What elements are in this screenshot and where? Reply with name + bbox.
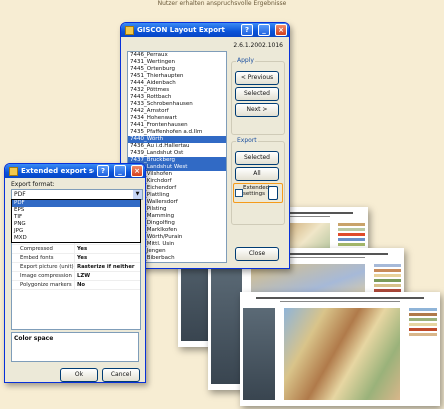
format-option[interactable]: PNG [12, 221, 140, 228]
list-item[interactable]: 7444_Aidenbach [128, 80, 226, 87]
list-item[interactable]: 7442_Arnstorf [128, 108, 226, 115]
settings-body: Export format: PDF ▼ PDF EPS TIF PNG JPG MXD … [8, 180, 143, 382]
export-format-value: PDF [14, 191, 26, 198]
map-sheet-3 [240, 292, 440, 406]
settings-title: Extended export settings [21, 167, 94, 175]
list-item[interactable]: 7435_Pfaffenhofen a.d.Ilm [128, 129, 226, 136]
property-key: Export picture (unit) [20, 264, 74, 270]
property-row[interactable]: Compressed Yes [12, 245, 140, 254]
export-format-label: Export format: [11, 181, 55, 188]
property-value[interactable]: No [74, 281, 140, 289]
settings-minimize-icon[interactable]: _ [114, 165, 126, 177]
extended-settings-label: Extended settings [243, 185, 270, 197]
apply-group-label: Apply [236, 57, 255, 64]
property-row[interactable]: Embed fonts Yes [12, 254, 140, 263]
list-item[interactable]: 7446_Perraux [128, 52, 226, 59]
chevron-down-icon[interactable]: ▼ [133, 190, 142, 199]
window-title: GISCON Layout Export [137, 26, 225, 34]
close-icon[interactable]: × [275, 24, 287, 36]
property-value[interactable]: Rasterize if neither [74, 263, 140, 271]
export-all-button[interactable]: All [235, 167, 279, 181]
main-titlebar[interactable]: GISCON Layout Export ? _ × [121, 23, 289, 37]
next-button[interactable]: Next > [235, 103, 279, 117]
extended-settings-checkbox[interactable] [235, 189, 243, 197]
apply-selected-button[interactable]: Selected [235, 87, 279, 101]
format-option[interactable]: EPS [12, 207, 140, 214]
export-group-label: Export [236, 137, 258, 144]
format-option[interactable]: TIF [12, 214, 140, 221]
list-item[interactable]: 7434_Hohenwart [128, 115, 226, 122]
property-row[interactable]: Export picture (unit) Rasterize if neithe… [12, 263, 140, 272]
format-dropdown[interactable]: PDF EPS TIF PNG JPG MXD [11, 199, 141, 243]
settings-titlebar[interactable]: Extended export settings ? _ × [5, 164, 145, 178]
property-key: Polygonize markers [20, 282, 72, 288]
property-row[interactable]: Image compression LZW [12, 272, 140, 281]
list-item[interactable]: 7445_Ortenburg [128, 66, 226, 73]
property-key: Compressed [20, 246, 53, 252]
property-key: Image compression [20, 273, 72, 279]
property-value[interactable]: Yes [74, 254, 140, 262]
list-item[interactable]: 7439_Landshut Ost [128, 150, 226, 157]
caption: Nutzer erhalten anspruchsvolle Ergebniss… [157, 0, 287, 7]
minimize-icon[interactable]: _ [258, 24, 270, 36]
property-value[interactable]: LZW [74, 272, 140, 280]
close-button[interactable]: Close [235, 247, 279, 261]
list-item[interactable]: 7433_Schrobenhausen [128, 101, 226, 108]
app-icon [125, 25, 134, 35]
list-item[interactable]: 7432_Pöttmes [128, 87, 226, 94]
list-item[interactable]: 7451_Thierhaupten [128, 73, 226, 80]
cancel-button[interactable]: Cancel [102, 368, 140, 382]
help-icon[interactable]: ? [241, 24, 253, 36]
previous-button[interactable]: < Previous [235, 71, 279, 85]
settings-close-icon[interactable]: × [131, 165, 143, 177]
settings-help-icon[interactable]: ? [97, 165, 109, 177]
settings-open-button[interactable] [268, 186, 278, 200]
property-description: Color space [11, 332, 139, 362]
ok-button[interactable]: Ok [60, 368, 98, 382]
list-item[interactable]: 7440_Wörth [128, 136, 226, 143]
version-label: 2.6.1.2002.1016 [233, 42, 283, 49]
property-row[interactable]: Polygonize markers No [12, 281, 140, 290]
format-option[interactable]: JPG [12, 228, 140, 235]
extended-settings-window: Extended export settings ? _ × Export fo… [4, 163, 146, 383]
format-option[interactable]: PDF [12, 200, 140, 207]
list-item[interactable]: 7436_Au i.d.Hallertau [128, 143, 226, 150]
property-value[interactable]: Yes [74, 245, 140, 253]
property-key: Embed fonts [20, 255, 54, 261]
settings-app-icon [9, 166, 18, 176]
export-selected-button[interactable]: Selected [235, 151, 279, 165]
list-item[interactable]: 7431_Wertingen [128, 59, 226, 66]
list-item[interactable]: 7441_Frontenhausen [128, 122, 226, 129]
format-option[interactable]: MXD [12, 235, 140, 242]
list-item[interactable]: 7443_Rottbach [128, 94, 226, 101]
